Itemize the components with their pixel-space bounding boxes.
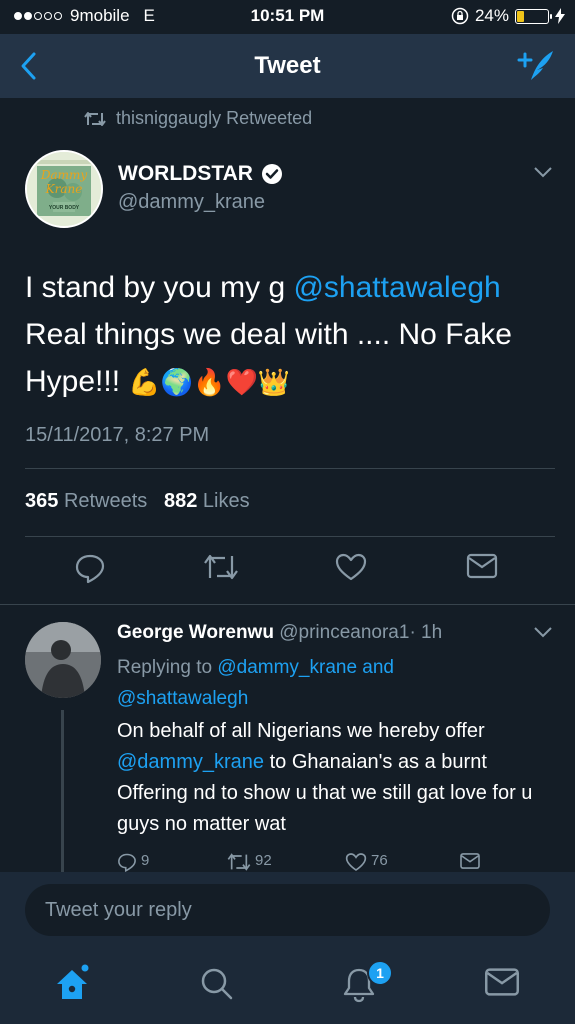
chevron-down-icon xyxy=(534,627,552,638)
avatar-sub-text: YOUR BODY xyxy=(48,205,80,211)
replying-prefix: Replying to xyxy=(117,657,213,678)
reply-reply-count: 9 xyxy=(141,852,150,869)
retweets-label: Retweets xyxy=(63,490,148,512)
reply-text-part: On behalf of all Nigerians we hereby off… xyxy=(117,720,485,742)
author-name: WORLDSTAR xyxy=(118,162,253,185)
tweet-stats: 365 Retweets 882 Likes xyxy=(25,490,250,513)
divider xyxy=(25,468,555,469)
notification-badge: 1 xyxy=(367,960,393,986)
reply-mention-link[interactable]: @dammy_krane xyxy=(117,751,264,773)
retweets-count: 365 xyxy=(25,490,59,512)
likes-label: Likes xyxy=(202,490,250,512)
reply-time: · 1h xyxy=(409,622,443,643)
reply-reply-button[interactable]: 9 xyxy=(117,852,149,872)
battery-percent: 24% xyxy=(474,6,509,25)
author-handle[interactable]: @dammy_krane xyxy=(118,191,265,214)
verified-badge-icon xyxy=(261,164,282,184)
compose-tweet-icon xyxy=(517,51,553,80)
tweet-mention-link[interactable]: @shattawalegh xyxy=(293,271,500,304)
reply-icon xyxy=(118,853,136,872)
reply-text: On behalf of all Nigerians we hereby off… xyxy=(117,716,547,840)
retweet-icon xyxy=(227,853,251,871)
tweet-emojis: 💪🌍🔥❤️👑 xyxy=(128,367,291,397)
envelope-icon xyxy=(485,968,519,996)
nav-bar: Tweet xyxy=(0,34,575,98)
tweet-timestamp: 15/11/2017, 8:27 PM xyxy=(25,424,210,446)
thread-line xyxy=(61,710,64,872)
reply-author-avatar[interactable] xyxy=(25,622,101,698)
retweeted-by[interactable]: thisniggaugly Retweeted xyxy=(84,108,312,129)
reply-icon xyxy=(75,554,105,584)
avatar-logo-text: Dammy Krane xyxy=(40,168,88,196)
replying-to: Replying to @dammy_krane and @shattawale… xyxy=(117,652,537,714)
reply-author-handle: @princeanora1 xyxy=(279,622,410,643)
author-name-row[interactable]: WORLDSTAR xyxy=(118,162,283,186)
reply-composer[interactable] xyxy=(25,884,550,936)
tweet-menu-button[interactable] xyxy=(533,165,553,183)
orientation-lock-icon xyxy=(451,7,469,25)
replying-to-user2-link[interactable]: @shattawalegh xyxy=(117,688,248,709)
tweet-actions xyxy=(0,552,575,588)
likes-stat[interactable]: 882 Likes xyxy=(164,490,250,512)
envelope-icon xyxy=(466,553,498,579)
retweets-stat[interactable]: 365 Retweets xyxy=(25,490,147,512)
heart-icon xyxy=(335,553,367,581)
retweet-icon xyxy=(84,111,106,126)
divider xyxy=(25,536,555,537)
reply-retweet-button[interactable]: 92 xyxy=(227,852,272,872)
envelope-icon xyxy=(460,853,480,869)
status-bar: 9mobile E 10:51 PM 24% xyxy=(0,0,575,34)
chevron-down-icon xyxy=(534,167,552,178)
retweeted-by-text: thisniggaugly Retweeted xyxy=(116,108,313,128)
tweet-text: I stand by you my g @shattawalegh Real t… xyxy=(25,264,555,406)
reply-actions: 9 92 76 xyxy=(117,852,557,874)
reply-dm-button[interactable] xyxy=(459,852,481,870)
divider xyxy=(0,604,575,605)
reply-like-button[interactable]: 76 xyxy=(345,852,388,872)
search-icon xyxy=(201,968,233,1000)
home-icon xyxy=(57,964,89,999)
reply-header[interactable]: George Worenwu @princeanora1· 1h xyxy=(117,622,442,644)
battery-icon xyxy=(515,8,552,24)
tab-home[interactable] xyxy=(52,964,92,1009)
replying-and: and xyxy=(362,657,394,678)
tab-messages[interactable] xyxy=(484,964,520,1005)
reply-avatar-image xyxy=(25,622,101,698)
page-title: Tweet xyxy=(254,52,321,79)
reply-author-name: George Worenwu xyxy=(117,622,274,643)
direct-message-button[interactable] xyxy=(466,552,498,585)
reply-input[interactable] xyxy=(25,884,525,936)
retweet-icon xyxy=(204,554,238,580)
reply-menu-button[interactable] xyxy=(533,625,553,643)
likes-count: 882 xyxy=(163,490,198,512)
reply-like-count: 76 xyxy=(371,852,388,869)
heart-icon xyxy=(345,853,367,872)
tab-search[interactable] xyxy=(198,964,234,1007)
replying-to-user1-link[interactable]: @dammy_krane xyxy=(217,657,357,678)
charging-bolt-icon xyxy=(555,8,565,24)
reply-retweet-count: 92 xyxy=(255,852,272,869)
status-right: 24% xyxy=(451,6,565,26)
compose-button[interactable] xyxy=(517,48,555,87)
like-button[interactable] xyxy=(335,552,367,587)
tweet-text-part: I stand by you my g xyxy=(25,271,294,304)
reply-button[interactable] xyxy=(74,552,106,589)
retweet-button[interactable] xyxy=(203,552,239,587)
